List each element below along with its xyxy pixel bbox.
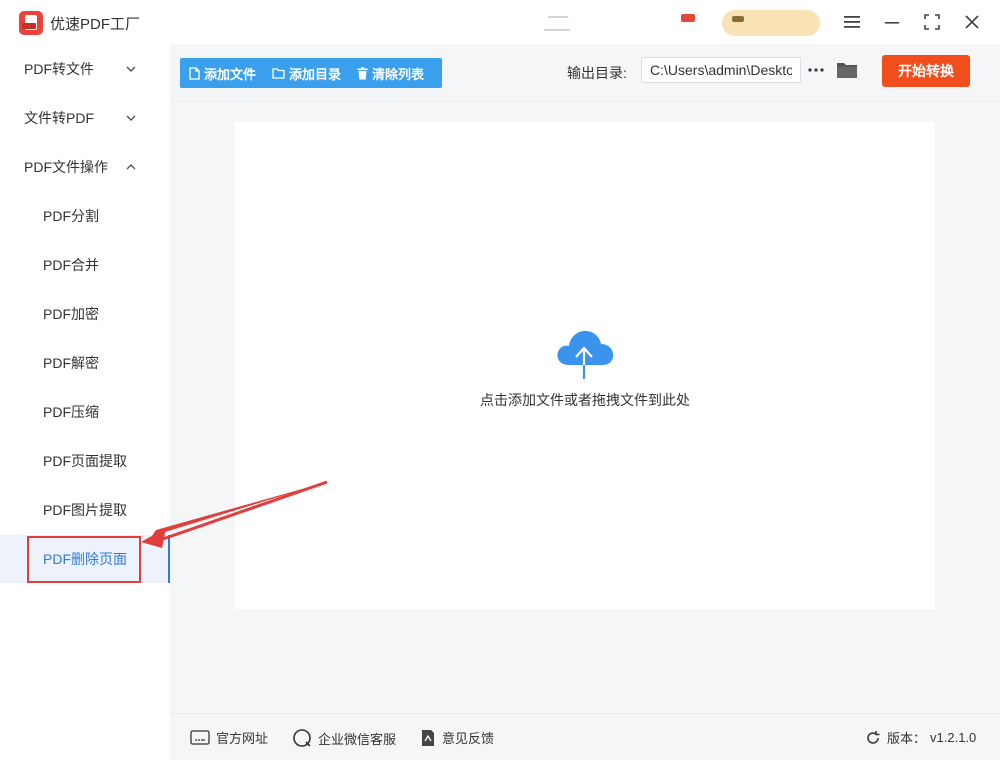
website-label: 官方网址	[216, 731, 269, 746]
wechat-service-link[interactable]: 企业微信客服	[292, 728, 396, 748]
add-file-label: 添加文件	[204, 66, 257, 82]
sidebar: PDF转文件 文件转PDF PDF文件操作 PDF分割 PDF合并 PDF加密 …	[0, 44, 170, 760]
version-number: v1.2.1.0	[930, 730, 977, 745]
sidebar-item-pdf-encrypt[interactable]: PDF加密	[0, 290, 170, 338]
footer-divider	[170, 713, 1000, 714]
file-toolbar: 添加文件 添加目录 清除列表	[180, 58, 442, 88]
app-title: 优速PDF工厂	[50, 16, 141, 33]
sidebar-group-label: 文件转PDF	[24, 110, 94, 126]
close-icon[interactable]	[959, 10, 985, 34]
feedback-icon	[422, 729, 434, 746]
main-panel: 添加文件 添加目录 清除列表 输出目录: 开始转换 点击添加文件或者拖拽文件到此…	[170, 44, 1000, 760]
folder-icon	[272, 67, 285, 79]
title-bar: 优速PDF工厂	[0, 0, 1000, 44]
annotation-highlight-box	[27, 536, 141, 583]
version-info[interactable]: 版本： v1.2.1.0	[865, 728, 976, 747]
website-icon	[190, 729, 210, 745]
titlebar-decoration	[548, 16, 568, 18]
chevron-down-icon	[126, 66, 136, 72]
sidebar-item-label: PDF压缩	[43, 404, 99, 420]
trash-icon	[357, 66, 368, 79]
cloud-upload-icon	[557, 330, 614, 379]
version-label: 版本：	[887, 731, 927, 746]
menu-icon[interactable]	[839, 10, 865, 34]
sidebar-item-pdf-decrypt[interactable]: PDF解密	[0, 339, 170, 387]
sidebar-item-pdf-page-extract[interactable]: PDF页面提取	[0, 437, 170, 485]
sidebar-item-label: PDF分割	[43, 208, 99, 224]
maximize-icon[interactable]	[919, 10, 945, 34]
output-dir-label: 输出目录:	[567, 65, 627, 81]
file-dropzone[interactable]: 点击添加文件或者拖拽文件到此处	[235, 122, 935, 609]
more-icon[interactable]	[807, 62, 825, 78]
wechat-icon	[293, 729, 311, 747]
sidebar-item-label: PDF加密	[43, 306, 99, 322]
sidebar-item-pdf-image-extract[interactable]: PDF图片提取	[0, 486, 170, 534]
refresh-icon	[867, 730, 880, 744]
add-folder-button[interactable]: 添加目录	[272, 64, 341, 83]
vip-badge[interactable]	[722, 10, 820, 36]
dropzone-hint: 点击添加文件或者拖拽文件到此处	[480, 392, 690, 408]
sidebar-item-label: PDF页面提取	[43, 453, 127, 469]
chevron-up-icon	[126, 164, 136, 170]
website-link[interactable]: 官方网址	[190, 728, 268, 747]
minimize-icon[interactable]	[879, 10, 905, 34]
output-dir-input[interactable]	[641, 57, 801, 83]
wechat-label: 企业微信客服	[318, 731, 397, 747]
sidebar-item-label: PDF合并	[43, 257, 99, 273]
titlebar-decoration	[544, 29, 570, 31]
app-logo	[19, 11, 43, 35]
sidebar-group-pdf-to-file[interactable]: PDF转文件	[0, 45, 170, 93]
sidebar-group-label: PDF转文件	[24, 61, 94, 77]
toolbar-divider	[170, 101, 1000, 102]
feedback-label: 意见反馈	[442, 731, 495, 746]
chevron-down-icon	[126, 115, 136, 121]
file-icon	[189, 66, 200, 80]
feedback-link[interactable]: 意见反馈	[420, 728, 494, 747]
sidebar-group-label: PDF文件操作	[24, 159, 108, 175]
notification-badge[interactable]	[681, 14, 695, 22]
sidebar-group-pdf-operations[interactable]: PDF文件操作	[0, 143, 170, 191]
clear-list-label: 清除列表	[372, 66, 425, 82]
sidebar-group-file-to-pdf[interactable]: 文件转PDF	[0, 94, 170, 142]
sidebar-item-pdf-compress[interactable]: PDF压缩	[0, 388, 170, 436]
clear-list-button[interactable]: 清除列表	[357, 64, 424, 83]
add-file-button[interactable]: 添加文件	[189, 64, 256, 83]
sidebar-item-pdf-split[interactable]: PDF分割	[0, 192, 170, 240]
folder-icon[interactable]	[836, 60, 858, 80]
start-convert-button[interactable]: 开始转换	[882, 55, 970, 87]
sidebar-item-label: PDF图片提取	[43, 502, 127, 518]
sidebar-item-pdf-merge[interactable]: PDF合并	[0, 241, 170, 289]
sidebar-item-label: PDF解密	[43, 355, 99, 371]
add-folder-label: 添加目录	[289, 66, 342, 82]
